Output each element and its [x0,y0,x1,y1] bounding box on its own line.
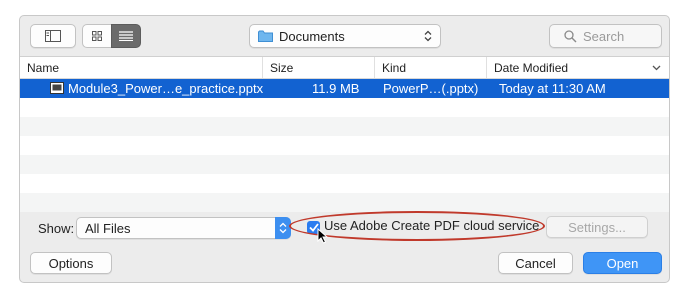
search-field[interactable]: Search [549,24,662,48]
column-header-label: Date Modified [494,60,569,75]
options-button[interactable]: Options [30,252,112,274]
file-format-popup[interactable]: All Files [76,217,291,239]
column-header-label: Kind [382,60,407,75]
list-view-button[interactable] [111,24,141,48]
column-header-date-modified[interactable]: Date Modified [487,57,669,78]
location-popup[interactable]: Documents [249,24,441,48]
empty-row [20,155,669,174]
settings-button[interactable]: Settings... [546,216,648,238]
empty-row [20,174,669,193]
file-kind: PowerP…(.pptx) [383,81,479,96]
chevron-updown-icon [279,222,287,234]
popup-stepper [275,217,291,239]
open-dialog: Documents Search Name Size Kind Date Mod… [19,15,670,283]
cursor-icon [317,228,328,244]
empty-row [20,117,669,136]
file-name: Module3_Power…e_practice.pptx [68,81,264,96]
file-list[interactable]: Name Size Kind Date Modified Module3_Pow… [20,56,669,212]
sort-chevron-icon [652,65,661,71]
column-header-name[interactable]: Name [20,57,263,78]
search-placeholder: Search [583,28,625,44]
show-label: Show: [38,221,75,236]
column-header-label: Name [27,60,60,75]
column-header-kind[interactable]: Kind [375,57,487,78]
location-label: Documents [279,28,345,44]
chevron-updown-icon [424,30,432,42]
file-date: Today at 11:30 AM [499,81,606,96]
presentation-file-icon [50,82,64,94]
grid-view-icon [92,31,102,41]
search-icon [564,29,577,42]
empty-row [20,136,669,155]
icon-view-button[interactable] [82,24,112,48]
empty-row [20,98,669,117]
cancel-button[interactable]: Cancel [498,252,573,274]
empty-row [20,193,669,212]
list-header: Name Size Kind Date Modified [20,57,669,79]
table-row[interactable]: Module3_Power…e_practice.pptx 11.9 MB Po… [20,79,669,98]
column-header-size[interactable]: Size [263,57,375,78]
column-header-label: Size [270,60,294,75]
list-view-icon [119,31,133,41]
folder-icon [258,30,273,42]
toggle-sidebar-button[interactable] [30,24,76,48]
file-size: 11.9 MB [312,81,360,96]
format-value: All Files [85,220,131,236]
sidebar-icon [45,30,61,42]
open-button[interactable]: Open [583,252,662,274]
